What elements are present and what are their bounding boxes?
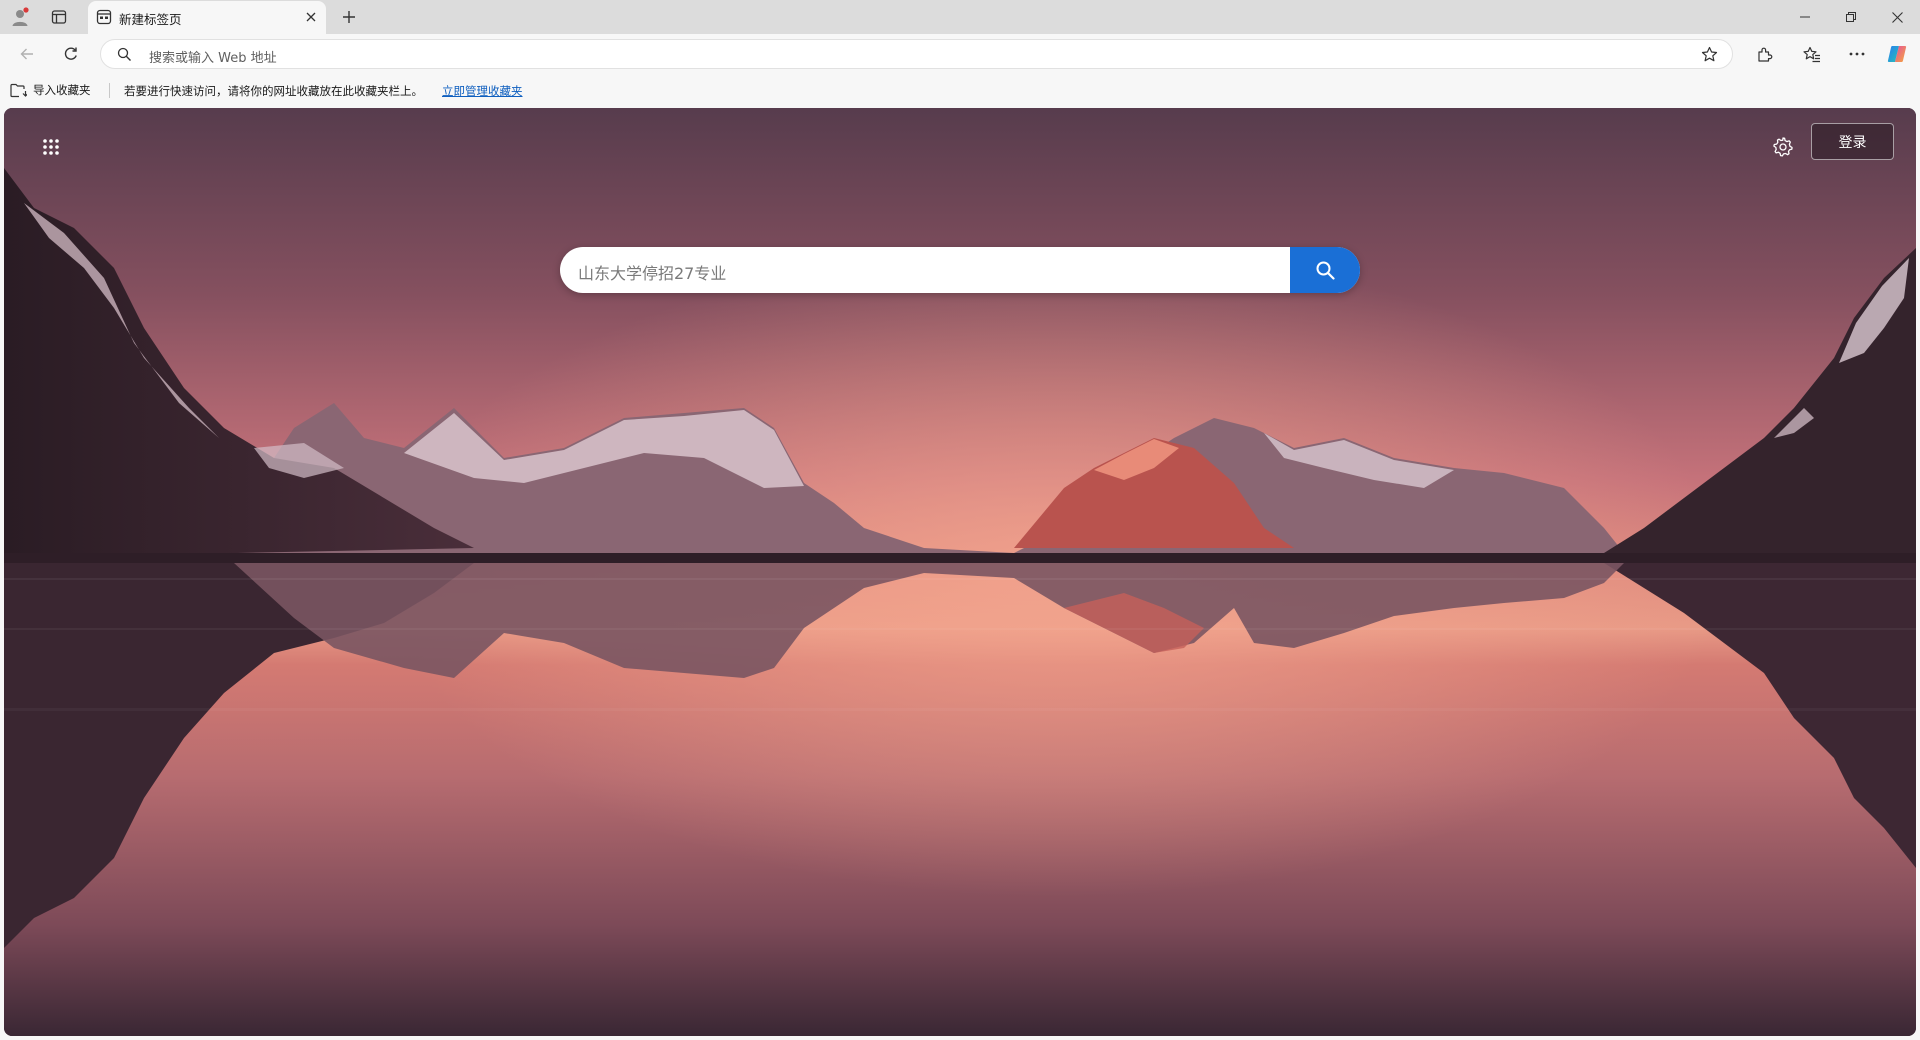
toolbar: 搜索或输入 Web 地址 (0, 34, 1920, 74)
web-search-button[interactable] (1290, 247, 1360, 293)
page-settings-button[interactable] (1766, 130, 1800, 164)
extensions-button[interactable] (1749, 40, 1779, 68)
copilot-button[interactable] (1882, 40, 1912, 68)
refresh-button[interactable] (56, 40, 86, 68)
new-tab-icon (342, 10, 356, 24)
back-button[interactable] (12, 40, 42, 68)
tab-close-button[interactable] (302, 8, 320, 26)
restore-button[interactable] (1828, 0, 1874, 34)
more-icon (1849, 52, 1865, 56)
favorites-button[interactable] (1797, 40, 1827, 68)
back-icon (19, 46, 35, 62)
favorites-divider (109, 83, 110, 98)
gear-icon (1773, 137, 1793, 157)
refresh-icon (63, 46, 79, 62)
folder-import-icon (10, 83, 27, 98)
login-button[interactable]: 登录 (1811, 123, 1894, 160)
profile-button[interactable] (6, 4, 34, 30)
favorites-icon (1803, 46, 1821, 63)
search-icon (117, 47, 132, 62)
tab-new-tab[interactable]: 新建标签页 (88, 1, 326, 34)
tab-favicon (96, 9, 112, 25)
title-bar: 新建标签页 (0, 0, 1920, 34)
add-favorite-button[interactable] (1701, 46, 1718, 63)
tab-actions-icon (51, 9, 67, 25)
apps-grid-icon (42, 138, 60, 156)
favorite-star-icon (1701, 46, 1718, 63)
search-icon (1315, 260, 1335, 280)
favorites-hint: 若要进行快速访问，请将你的网址收藏放在此收藏夹栏上。 (124, 84, 423, 98)
import-favorites-button[interactable]: 导入收藏夹 (10, 81, 91, 99)
favorites-bar: 导入收藏夹 若要进行快速访问，请将你的网址收藏放在此收藏夹栏上。 立即管理收藏夹 (0, 74, 1920, 106)
restore-icon (1846, 12, 1856, 22)
tab-actions-button[interactable] (45, 4, 73, 30)
window-close-icon (1891, 11, 1903, 23)
address-placeholder: 搜索或输入 Web 地址 (149, 51, 277, 66)
window-close-button[interactable] (1874, 0, 1920, 34)
minimize-button[interactable] (1782, 0, 1828, 34)
new-tab-button[interactable] (336, 5, 362, 29)
new-tab-page: 登录 山东大学停招27专业 (4, 108, 1916, 1036)
tab-title: 新建标签页 (119, 12, 182, 27)
more-button[interactable] (1842, 40, 1872, 68)
copilot-icon (1886, 43, 1908, 65)
minimize-icon (1800, 12, 1810, 22)
apps-launcher-button[interactable] (34, 130, 68, 164)
web-search-input[interactable]: 山东大学停招27专业 (578, 260, 726, 284)
address-bar[interactable]: 搜索或输入 Web 地址 (100, 39, 1733, 69)
web-search-box[interactable]: 山东大学停招27专业 (560, 247, 1360, 293)
tab-close-icon (306, 12, 316, 22)
profile-icon (10, 7, 30, 27)
extensions-icon (1756, 46, 1773, 63)
manage-favorites-link[interactable]: 立即管理收藏夹 (442, 83, 523, 99)
import-favorites-label: 导入收藏夹 (33, 83, 91, 97)
